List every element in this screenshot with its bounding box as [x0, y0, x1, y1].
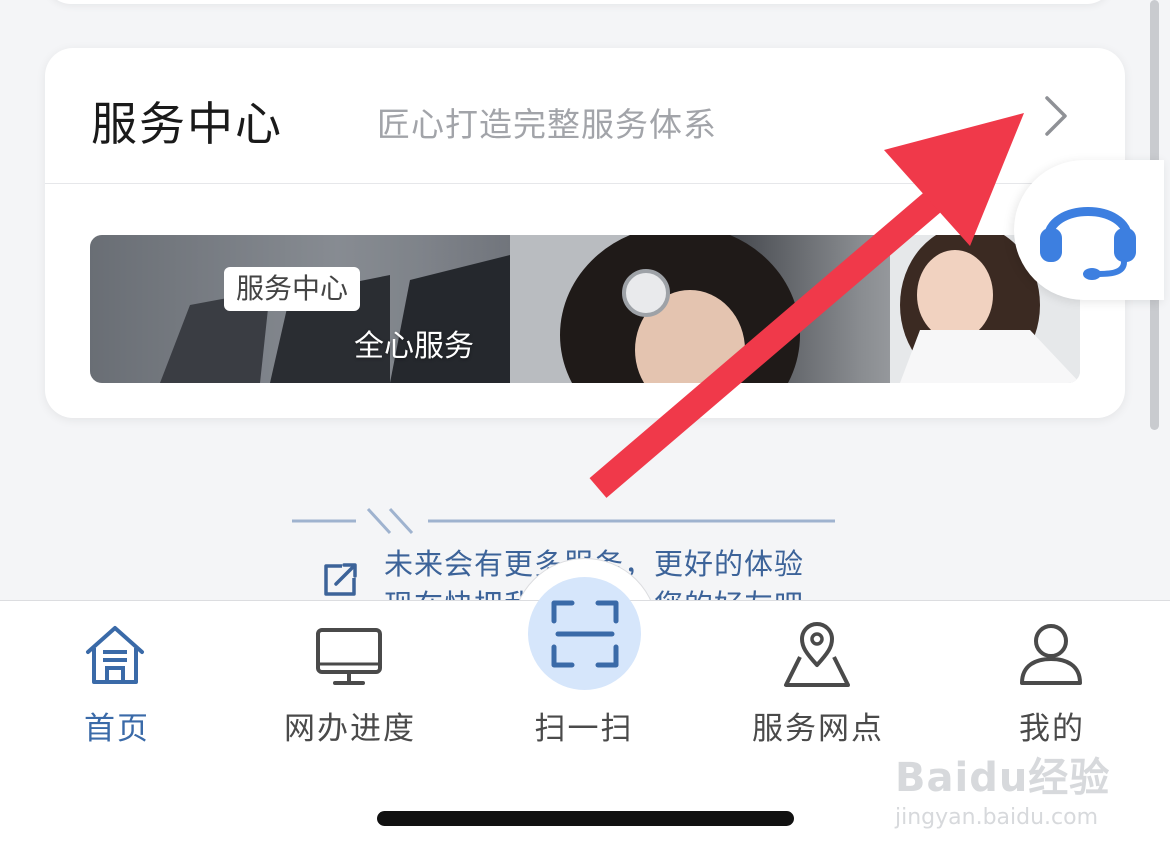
banner-caption: 全心服务: [354, 329, 474, 364]
service-center-card: 服务中心 匠心打造完整服务体系 服务中心 全心服务: [45, 48, 1125, 418]
tab-scan[interactable]: 扫一扫: [484, 703, 684, 748]
watermark-url: jingyan.baidu.com: [895, 805, 1099, 830]
banner-tag: 服务中心: [224, 267, 361, 311]
monitor-icon[interactable]: [315, 627, 383, 687]
scan-button[interactable]: [528, 577, 641, 690]
service-center-banner[interactable]: 服务中心 全心服务: [90, 235, 1080, 383]
baidu-watermark: Baidu经验 jingyan.baidu.com: [895, 745, 1110, 830]
map-pin-icon[interactable]: [782, 621, 852, 689]
scan-icon: [551, 600, 619, 668]
home-icon[interactable]: [82, 622, 148, 688]
chevron-right-icon[interactable]: [1041, 94, 1071, 138]
service-center-header[interactable]: 服务中心 匠心打造完整服务体系: [45, 48, 1125, 184]
headset-icon: [1040, 207, 1136, 280]
service-center-subtitle: 匠心打造完整服务体系: [377, 105, 717, 144]
section-divider: [292, 507, 835, 535]
user-icon[interactable]: [1018, 621, 1084, 687]
tab-service-points[interactable]: 服务网点: [718, 703, 918, 748]
tab-progress[interactable]: 网办进度: [250, 703, 450, 748]
tab-mine[interactable]: 我的: [952, 703, 1152, 748]
tab-home[interactable]: 首页: [17, 703, 217, 748]
previous-card: [45, 0, 1113, 4]
home-indicator[interactable]: [377, 811, 794, 826]
customer-support-button[interactable]: [1014, 160, 1164, 300]
share-icon[interactable]: [320, 560, 360, 600]
service-center-title: 服务中心: [91, 97, 283, 151]
watermark-logo: Baidu经验: [895, 755, 1111, 801]
